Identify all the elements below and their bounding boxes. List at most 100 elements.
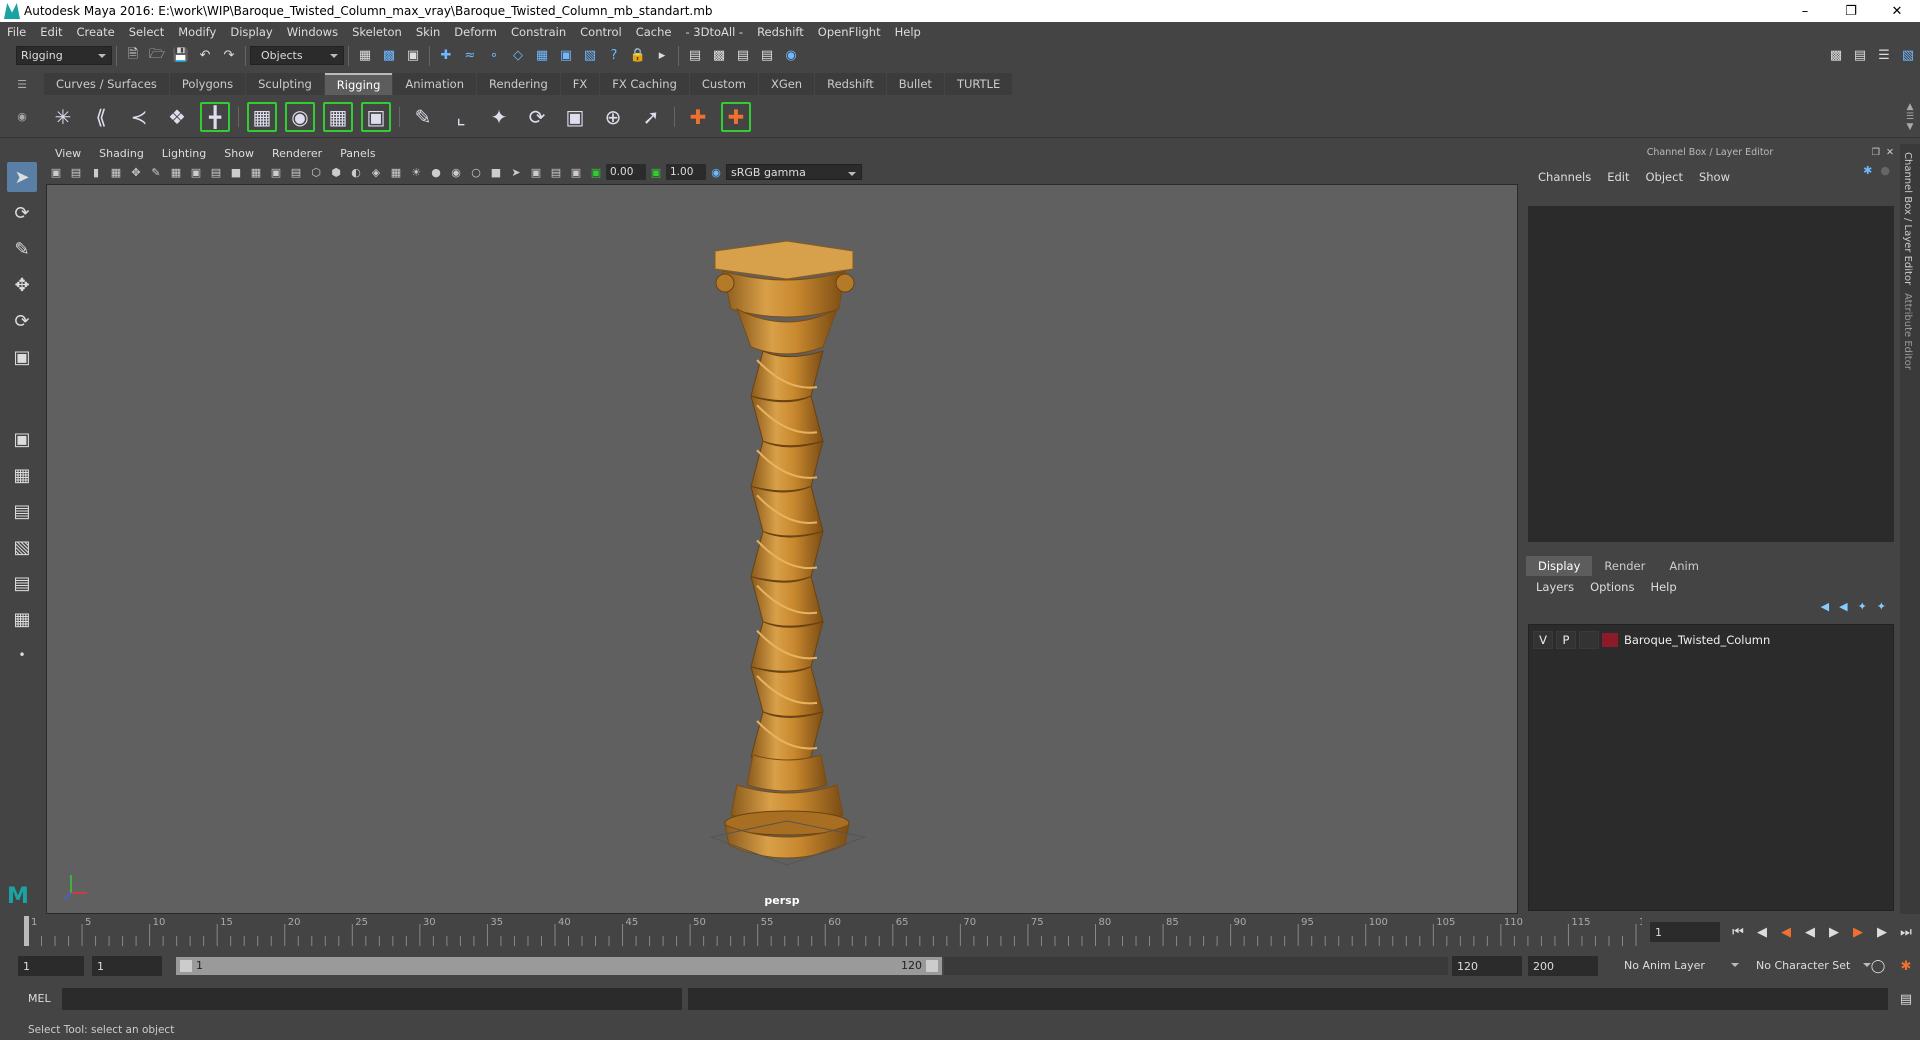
film-gate-icon[interactable]: ▣ <box>188 164 204 180</box>
edit-menu[interactable]: Edit <box>1599 170 1637 184</box>
menu-cache[interactable]: Cache <box>629 25 679 39</box>
tab-display[interactable]: Display <box>1526 556 1593 576</box>
exposure-icon[interactable]: ▣ <box>588 164 604 180</box>
xray-components-icon[interactable]: ▣ <box>568 164 584 180</box>
save-scene-icon[interactable]: 💾 <box>171 46 191 66</box>
layer-name[interactable]: Baroque_Twisted_Column <box>1624 633 1770 647</box>
step-back-frame-icon[interactable]: ◀ <box>1776 922 1796 942</box>
playback-end-field[interactable]: 120 <box>1452 956 1522 976</box>
tab-fx-caching[interactable]: FX Caching <box>600 73 689 95</box>
options-menu[interactable]: Options <box>1590 580 1650 594</box>
ik-spline-icon[interactable]: ≺ <box>124 102 154 132</box>
field-chart-icon[interactable]: ▦ <box>248 164 264 180</box>
isolate-select-icon[interactable]: ➤ <box>508 164 524 180</box>
undo-icon[interactable]: ↶ <box>195 46 215 66</box>
persp-outliner-layout-icon[interactable]: ▤ <box>7 496 37 526</box>
camera-attributes-icon[interactable]: ▤ <box>68 164 84 180</box>
insert-joint-icon[interactable]: ❖ <box>162 102 192 132</box>
channels-menu[interactable]: Channels <box>1530 170 1599 184</box>
menu-create[interactable]: Create <box>70 25 122 39</box>
go-to-start-icon[interactable]: ⏮ <box>1728 922 1748 942</box>
locator-icon[interactable]: ╋ <box>200 101 230 132</box>
cluster-icon[interactable]: ▦ <box>247 101 277 132</box>
restore-icon[interactable]: ❐ <box>1828 0 1874 22</box>
safe-action-icon[interactable]: ▣ <box>268 164 284 180</box>
redo-icon[interactable]: ↷ <box>219 46 239 66</box>
menu-control[interactable]: Control <box>573 25 629 39</box>
gamma-icon[interactable]: ▣ <box>648 164 664 180</box>
four-view-layout-icon[interactable]: ▦ <box>7 460 37 490</box>
layer-row[interactable]: V P Baroque_Twisted_Column <box>1533 629 1889 651</box>
new-layer-selected-icon[interactable]: ✦ <box>1877 600 1886 613</box>
layers-menu[interactable]: Layers <box>1536 580 1590 594</box>
tab-anim[interactable]: Anim <box>1657 556 1711 576</box>
go-to-end-icon[interactable]: ⏭ <box>1896 922 1916 942</box>
point-constraint-icon[interactable]: ✦ <box>484 102 514 132</box>
menu-openflight[interactable]: OpenFlight <box>811 25 888 39</box>
aim-constraint-icon[interactable]: ⊕ <box>598 102 628 132</box>
viewport-menu-show[interactable]: Show <box>215 147 263 160</box>
paint-weights-icon[interactable]: ✎ <box>408 102 438 132</box>
current-frame-field[interactable]: 1 <box>1650 922 1720 942</box>
menu-help[interactable]: Help <box>888 25 928 39</box>
shelf-scroll-icon[interactable]: ▲ ☰ ▼ <box>1900 102 1920 132</box>
menu-deform[interactable]: Deform <box>447 25 504 39</box>
make-live-icon[interactable]: ▣ <box>556 46 576 66</box>
tab-bullet[interactable]: Bullet <box>886 73 944 95</box>
animation-start-field[interactable]: 1 <box>18 956 84 976</box>
tab-curves-surfaces[interactable]: Curves / Surfaces <box>44 73 169 95</box>
gamma-field[interactable]: 1.00 <box>666 164 706 180</box>
rotate-tool-icon[interactable]: ⟳ <box>7 306 37 336</box>
attribute-editor-toggle-icon[interactable]: ▤ <box>1850 46 1870 66</box>
move-tool-icon[interactable]: ✥ <box>7 270 37 300</box>
select-component-icon[interactable]: ▣ <box>403 46 423 66</box>
play-forward-icon[interactable]: ▶ <box>1824 922 1844 942</box>
tool-settings-toggle-icon[interactable]: ☰ <box>1874 46 1894 66</box>
image-plane-icon[interactable]: ▦ <box>108 164 124 180</box>
tab-polygons[interactable]: Polygons <box>169 73 246 95</box>
step-forward-key-icon[interactable]: ▶ <box>1872 922 1892 942</box>
open-scene-icon[interactable]: 🗁 <box>147 46 167 66</box>
ambient-occlusion-icon[interactable]: ● <box>428 164 444 180</box>
layer-display-type[interactable] <box>1579 631 1599 649</box>
render-frame-icon[interactable]: ▩ <box>709 46 729 66</box>
color-management-icon[interactable]: ◉ <box>708 164 724 180</box>
orient-constraint-icon[interactable]: ⟳ <box>522 102 552 132</box>
wrap-icon[interactable]: ▣ <box>361 101 391 132</box>
modeling-toolkit-icon[interactable]: ▩ <box>1826 46 1846 66</box>
time-slider[interactable]: 1 5 10 15 20 25 30 35 40 45 50 55 60 65 70 75 80 85 90 95 10… <box>22 916 1642 946</box>
shelf-settings-icon[interactable]: ◉ <box>0 110 44 123</box>
range-slider[interactable]: 1 120 <box>176 957 942 975</box>
snap-point-icon[interactable]: ∘ <box>484 46 504 66</box>
menu-constrain[interactable]: Constrain <box>504 25 573 39</box>
command-input[interactable] <box>62 988 682 1010</box>
tab-render[interactable]: Render <box>1592 556 1657 576</box>
viewport-menu-panels[interactable]: Panels <box>331 147 384 160</box>
new-scene-icon[interactable]: 🗎 <box>123 46 143 66</box>
command-language-label[interactable]: MEL <box>28 992 51 1005</box>
snap-curve-icon[interactable]: ≈ <box>460 46 480 66</box>
input-icon[interactable]: ▸ <box>652 46 672 66</box>
show-menu[interactable]: Show <box>1691 170 1738 184</box>
help-menu[interactable]: Help <box>1650 580 1692 594</box>
menu-file[interactable]: File <box>0 25 33 39</box>
step-back-key-icon[interactable]: ◀ <box>1752 922 1772 942</box>
safe-title-icon[interactable]: ▤ <box>288 164 304 180</box>
render-view-icon[interactable]: ▤ <box>685 46 705 66</box>
gate-mask-icon[interactable]: ■ <box>228 164 244 180</box>
menu-edit[interactable]: Edit <box>33 25 69 39</box>
select-tool-icon[interactable]: ➤ <box>7 162 37 192</box>
character-set-dropdown[interactable]: No Character Set <box>1752 956 1876 975</box>
step-forward-frame-icon[interactable]: ▶ <box>1848 922 1868 942</box>
custom-layout-icon[interactable]: ▦ <box>7 604 37 634</box>
use-all-lights-icon[interactable]: ▦ <box>388 164 404 180</box>
minimize-icon[interactable]: – <box>1782 0 1828 22</box>
paint-select-icon[interactable]: ✎ <box>7 234 37 264</box>
current-time-marker[interactable] <box>24 916 29 946</box>
range-end-handle[interactable] <box>926 960 938 972</box>
render-settings-icon[interactable]: ▤ <box>757 46 777 66</box>
axis-toggle-icon[interactable]: ✱ <box>1863 164 1872 177</box>
lattice-icon[interactable]: ▦ <box>323 101 353 132</box>
animation-preferences-icon[interactable]: ✱ <box>1896 956 1916 976</box>
playback-start-field[interactable]: 1 <box>92 956 162 976</box>
